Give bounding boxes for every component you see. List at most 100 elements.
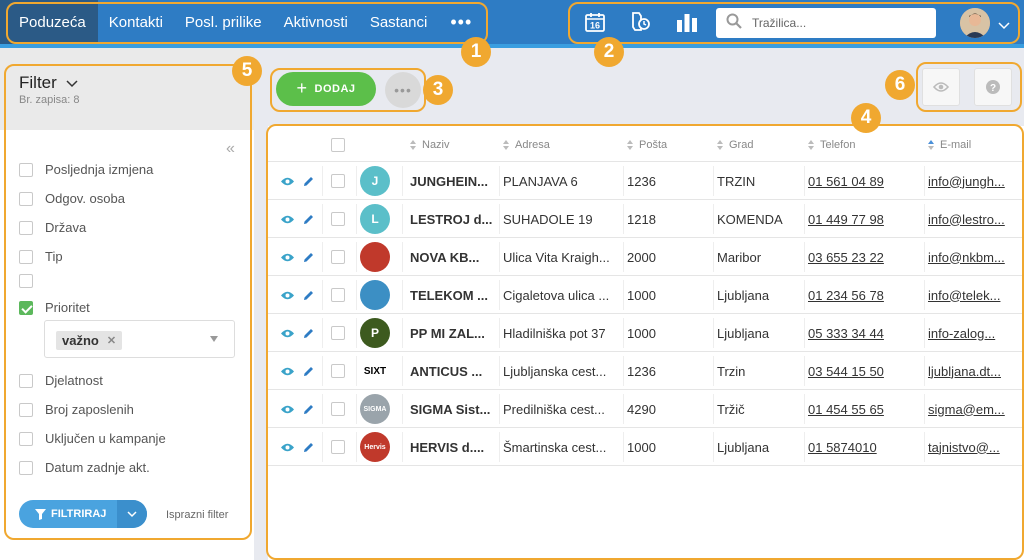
row-checkbox[interactable] (331, 200, 345, 238)
collapse-sidebar-icon[interactable]: « (226, 140, 235, 158)
filter-item-odgov-osoba[interactable]: Odgov. osoba (19, 191, 125, 206)
checkbox-checked[interactable] (19, 300, 33, 315)
row-checkbox[interactable] (331, 390, 345, 428)
cell-name[interactable]: TELEKOM ... (410, 276, 496, 314)
cell-phone[interactable]: 05 333 34 44 (808, 314, 920, 352)
edit-pencil-icon[interactable] (303, 276, 314, 314)
column-header-naziv[interactable]: Naziv (410, 139, 450, 151)
cell-email[interactable]: info@telek... (928, 276, 1024, 314)
row-checkbox[interactable] (331, 314, 345, 352)
cell-phone[interactable]: 01 561 04 89 (808, 162, 920, 200)
help-button[interactable]: ? (974, 68, 1012, 106)
column-header-email[interactable]: E-mail (928, 139, 971, 151)
apply-filter-button[interactable]: FILTRIRAJ (19, 500, 117, 528)
cell-email[interactable]: tajnistvo@... (928, 428, 1024, 466)
cell-name[interactable]: ANTICUS ... (410, 352, 496, 390)
row-checkbox[interactable] (331, 276, 345, 314)
row-checkbox[interactable] (331, 162, 345, 200)
table-row[interactable]: L LESTROJ d... SUHADOLE 19 1218 KOMENDA 01 44… (268, 200, 1024, 238)
filter-item-empty[interactable] (19, 274, 45, 288)
cell-email[interactable]: info@lestro... (928, 200, 1024, 238)
cell-name[interactable]: HERVIS d.... (410, 428, 496, 466)
bar-chart-icon[interactable] (664, 0, 710, 44)
edit-pencil-icon[interactable] (303, 238, 314, 276)
cell-phone[interactable]: 03 544 15 50 (808, 352, 920, 390)
cell-phone[interactable]: 01 234 56 78 (808, 276, 920, 314)
checkbox[interactable] (19, 373, 33, 388)
view-eye-icon[interactable] (280, 314, 295, 352)
view-eye-icon[interactable] (280, 200, 295, 238)
caret-down-icon[interactable] (210, 336, 218, 342)
view-eye-icon[interactable] (280, 352, 295, 390)
table-row[interactable]: J JUNGHEIN... PLANJAVA 6 1236 TRZIN 01 561 04… (268, 162, 1024, 200)
checkbox[interactable] (19, 460, 33, 475)
row-checkbox[interactable] (331, 238, 345, 276)
row-checkbox[interactable] (331, 352, 345, 390)
cell-name[interactable]: NOVA KB... (410, 238, 496, 276)
row-checkbox[interactable] (331, 428, 345, 466)
edit-pencil-icon[interactable] (303, 162, 314, 200)
select-all-checkbox[interactable] (331, 138, 345, 152)
nav-item-posl-prilike[interactable]: Posl. prilike (174, 0, 273, 44)
edit-pencil-icon[interactable] (303, 352, 314, 390)
checkbox[interactable] (19, 274, 33, 288)
filter-item-tip[interactable]: Tip (19, 249, 63, 264)
cell-name[interactable]: JUNGHEIN... (410, 162, 496, 200)
filter-item-broj-zaposlenih[interactable]: Broj zaposlenih (19, 402, 134, 417)
checkbox[interactable] (19, 162, 33, 177)
cell-phone[interactable]: 01 449 77 98 (808, 200, 920, 238)
cell-email[interactable]: info@nkbm... (928, 238, 1024, 276)
table-row[interactable]: P PP MI ZAL... Hladilniška pot 37 1000 Ljubl… (268, 314, 1024, 352)
column-header-telefon[interactable]: Telefon (808, 139, 855, 151)
cell-email[interactable]: ljubljana.dt... (928, 352, 1024, 390)
cell-email[interactable]: info-zalog... (928, 314, 1024, 352)
column-header-adresa[interactable]: Adresa (503, 139, 550, 151)
more-actions-button[interactable]: ••• (385, 72, 421, 108)
table-row[interactable]: SIGMA SIGMA Sist... Predilniška cest... 429… (268, 390, 1024, 428)
checkbox[interactable] (19, 191, 33, 206)
edit-pencil-icon[interactable] (303, 314, 314, 352)
column-header-posta[interactable]: Pošta (627, 139, 667, 151)
remove-tag-icon[interactable]: ✕ (107, 334, 116, 347)
filter-item-datum-zadnje-akt[interactable]: Datum zadnje akt. (19, 460, 150, 475)
filter-item-prioritet[interactable]: Prioritet (19, 300, 90, 315)
cell-name[interactable]: PP MI ZAL... (410, 314, 496, 352)
filter-item-djelatnost[interactable]: Djelatnost (19, 373, 103, 388)
checkbox[interactable] (19, 431, 33, 446)
view-eye-icon[interactable] (280, 390, 295, 428)
filter-item-kampanje[interactable]: Uključen u kampanje (19, 431, 166, 446)
view-eye-icon[interactable] (280, 162, 295, 200)
cell-phone[interactable]: 01 454 55 65 (808, 390, 920, 428)
filter-item-drzava[interactable]: Država (19, 220, 86, 235)
user-avatar[interactable] (960, 8, 990, 38)
checkbox[interactable] (19, 249, 33, 264)
nav-item-sastanci[interactable]: Sastanci (359, 0, 439, 44)
clear-filter-link[interactable]: Isprazni filter (166, 509, 228, 521)
filter-button[interactable]: FILTRIRAJ (19, 500, 147, 528)
checkbox[interactable] (19, 402, 33, 417)
phone-clock-icon[interactable] (618, 0, 664, 44)
cell-phone[interactable]: 01 5874010 (808, 428, 920, 466)
edit-pencil-icon[interactable] (303, 200, 314, 238)
search-box[interactable] (716, 8, 936, 38)
filter-title[interactable]: Filter (19, 73, 78, 93)
table-row[interactable]: Hervis HERVIS d.... Šmartinska cest... 1000… (268, 428, 1024, 466)
view-eye-icon[interactable] (280, 276, 295, 314)
cell-email[interactable]: sigma@em... (928, 390, 1024, 428)
view-eye-icon[interactable] (280, 428, 295, 466)
chevron-down-icon[interactable] (998, 17, 1010, 35)
filter-dropdown-toggle[interactable] (117, 500, 147, 528)
cell-name[interactable]: SIGMA Sist... (410, 390, 496, 428)
column-header-grad[interactable]: Grad (717, 139, 753, 151)
edit-pencil-icon[interactable] (303, 390, 314, 428)
cell-email[interactable]: info@jungh... (928, 162, 1024, 200)
nav-item-kontakti[interactable]: Kontakti (98, 0, 174, 44)
edit-pencil-icon[interactable] (303, 428, 314, 466)
view-toggle-button[interactable] (922, 68, 960, 106)
cell-phone[interactable]: 03 655 23 22 (808, 238, 920, 276)
nav-item-aktivnosti[interactable]: Aktivnosti (273, 0, 359, 44)
filter-item-posljednja-izmjena[interactable]: Posljednja izmjena (19, 162, 153, 177)
add-button[interactable]: + DODAJ (276, 72, 376, 106)
table-row[interactable]: SIXT ANTICUS ... Ljubljanska cest... 1236 Tr… (268, 352, 1024, 390)
priority-select[interactable]: važno ✕ (44, 320, 235, 358)
